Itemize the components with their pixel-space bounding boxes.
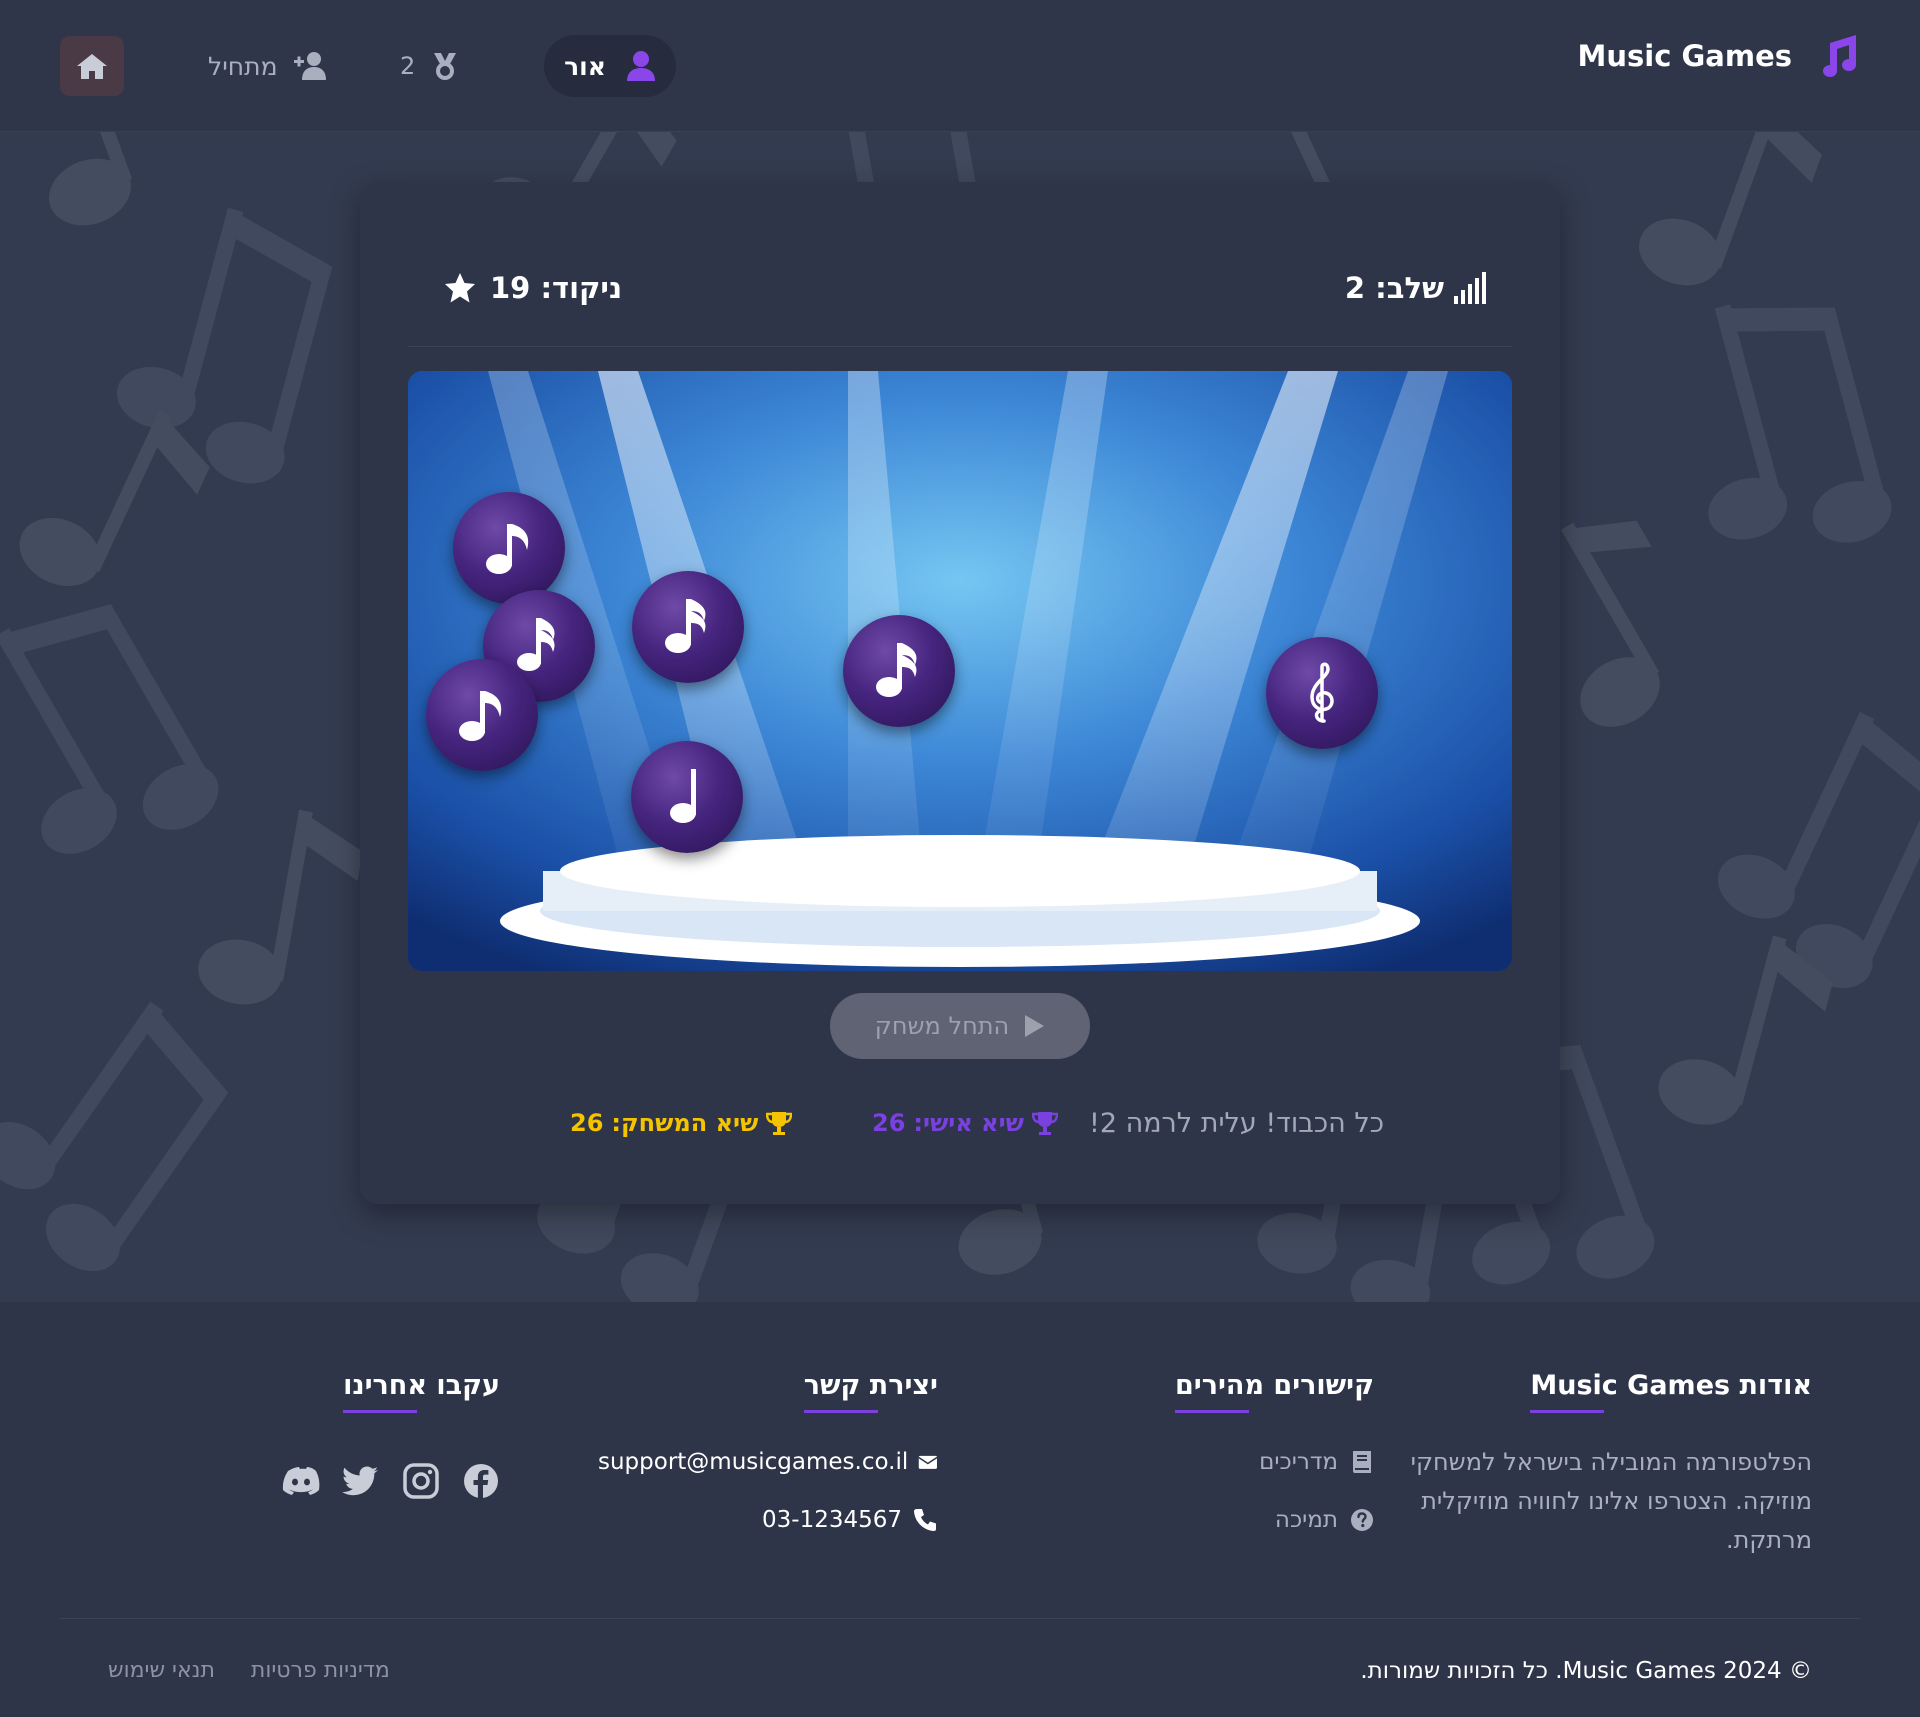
note-ball[interactable] xyxy=(631,741,743,853)
star-icon xyxy=(445,273,475,303)
note-ball[interactable] xyxy=(1266,637,1378,749)
signal-icon xyxy=(1454,272,1486,304)
sixteenth-note-icon xyxy=(876,643,917,697)
book-icon xyxy=(1353,1451,1371,1473)
privacy-policy-link[interactable]: מדיניות פרטיות xyxy=(251,1658,390,1683)
eighth-note-icon xyxy=(486,524,529,574)
about-text: הפלטפורמה המובילה בישראל למשחקי מוזיקה. … xyxy=(1410,1448,1812,1554)
guides-link[interactable]: מדריכים xyxy=(1074,1447,1374,1477)
game-best-value: 26 xyxy=(570,1109,604,1137)
trophy-icon xyxy=(766,1112,793,1135)
top-navbar: Music Games אור 2 מתחיל xyxy=(0,0,1920,132)
rank-label: מתחיל xyxy=(208,51,278,81)
eighth-note-icon xyxy=(459,691,502,741)
home-button[interactable] xyxy=(60,36,124,96)
footer-about: אודות Music Games הפלטפורמה המובילה בישר… xyxy=(1392,1370,1812,1560)
about-title: אודות Music Games xyxy=(1530,1370,1812,1413)
personal-best: שיא אישי: 26 xyxy=(872,1098,1058,1148)
copyright: © 2024 Music Games. כל הזכויות שמורות. xyxy=(1360,1658,1812,1684)
email-link[interactable]: support@musicgames.co.il xyxy=(598,1447,938,1477)
home-icon xyxy=(77,54,107,79)
score-label: ניקוד: 19 xyxy=(490,271,623,305)
guides-label: מדריכים xyxy=(1259,1449,1338,1475)
quick-links-title: קישורים מהירים xyxy=(1174,1370,1374,1413)
question-circle-icon xyxy=(1351,1509,1373,1531)
phone-text: 03-1234567 xyxy=(762,1507,902,1533)
start-game-label: התחל משחק xyxy=(874,1012,1010,1040)
note-ball[interactable] xyxy=(453,492,565,604)
medal-count-value: 2 xyxy=(400,52,416,80)
level-label: שלב: 2 xyxy=(1344,271,1444,305)
support-link[interactable]: תמיכה xyxy=(1074,1505,1374,1535)
music-note-icon xyxy=(1823,35,1856,77)
footer: אודות Music Games הפלטפורמה המובילה בישר… xyxy=(0,1302,1920,1717)
social-title: עקבו אחרינו xyxy=(343,1370,500,1413)
level-indicator: שלב: 2 xyxy=(1345,266,1490,310)
game-best-label: שיא המשחק: xyxy=(611,1109,759,1137)
user-name: אור xyxy=(564,51,606,81)
footer-social: עקבו אחרינו xyxy=(260,1370,500,1499)
score-indicator: ניקוד: 19 xyxy=(444,266,622,310)
discord-icon[interactable] xyxy=(282,1462,320,1500)
game-stage[interactable] xyxy=(408,371,1512,971)
legal-links: מדיניות פרטיות תנאי שימוש xyxy=(108,1658,390,1683)
social-links xyxy=(282,1462,500,1500)
sixteenth-note-icon xyxy=(517,618,555,671)
note-ball[interactable] xyxy=(426,659,538,771)
twitter-icon[interactable] xyxy=(342,1462,380,1500)
play-icon xyxy=(1025,1015,1045,1037)
quarter-note-icon xyxy=(670,769,696,823)
instagram-icon[interactable] xyxy=(402,1462,440,1500)
treble-clef-icon xyxy=(1310,662,1334,723)
user-icon xyxy=(626,51,655,81)
personal-best-value: 26 xyxy=(872,1109,906,1137)
note-ball[interactable] xyxy=(843,615,955,727)
envelope-icon xyxy=(918,1455,938,1469)
footer-divider xyxy=(60,1618,1860,1619)
support-label: תמיכה xyxy=(1274,1507,1338,1533)
add-user-icon xyxy=(293,52,326,80)
terms-of-use-link[interactable]: תנאי שימוש xyxy=(108,1658,215,1683)
footer-contact: יצירת קשר support@musicgames.co.il 03-12… xyxy=(598,1370,938,1535)
game-best: שיא המשחק: 26 xyxy=(570,1098,793,1148)
phone-icon xyxy=(914,1509,936,1531)
rank-badge[interactable]: מתחיל xyxy=(208,44,330,88)
user-profile-button[interactable]: אור xyxy=(544,35,676,97)
note-ball[interactable] xyxy=(632,571,744,683)
start-game-button[interactable]: התחל משחק xyxy=(830,993,1090,1059)
personal-best-label: שיא אישי: xyxy=(913,1109,1024,1137)
phone-link[interactable]: 03-1234567 xyxy=(598,1505,938,1535)
level-up-message: כל הכבוד! עלית לרמה 2! xyxy=(1088,1107,1384,1139)
sixteenth-note-icon xyxy=(665,599,706,653)
contact-title: יצירת קשר xyxy=(803,1370,938,1413)
facebook-icon[interactable] xyxy=(462,1462,500,1500)
medal-icon xyxy=(434,53,457,80)
card-divider xyxy=(408,346,1512,347)
brand-title: Music Games xyxy=(1577,39,1792,73)
trophy-icon xyxy=(1031,1112,1058,1135)
email-text: support@musicgames.co.il xyxy=(598,1449,909,1475)
brand[interactable]: Music Games xyxy=(1577,28,1862,84)
medals[interactable]: 2 xyxy=(400,44,459,88)
footer-quick-links: קישורים מהירים מדריכים תמיכה xyxy=(1074,1370,1374,1535)
